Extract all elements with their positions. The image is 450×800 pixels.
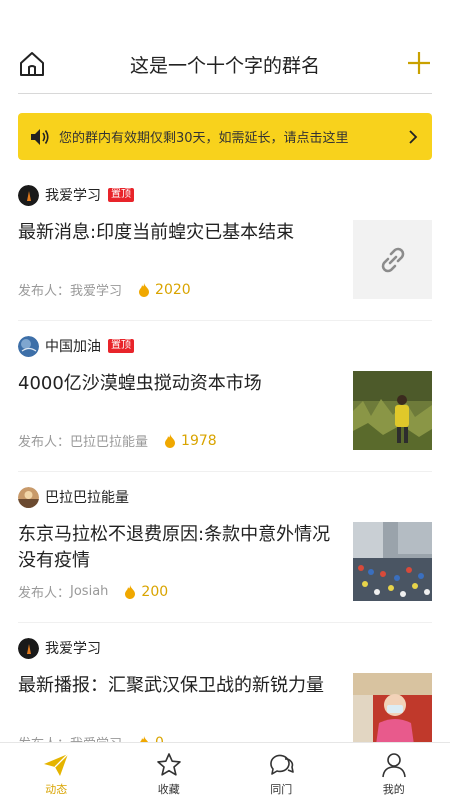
publisher-name: 巴拉巴拉能量 [70, 435, 149, 450]
post-headline: 4000亿沙漠蝗虫搅动资本市场 [18, 373, 262, 394]
post-headline: 最新消息:印度当前蝗灾已基本结束 [18, 222, 295, 243]
bottom-tab-bar: 动态 收藏 同门 我的 [0, 742, 450, 800]
feed-card[interactable]: 我爱学习 最新播报：汇聚武汉保卫战的新锐力量 发布人： 我爱学习 0 [18, 623, 432, 742]
feed-card[interactable]: 中国加油 置顶 4000亿沙漠蝗虫搅动资本市场 发布人： 巴拉巴拉能量 1978 [18, 321, 432, 472]
person-icon [381, 753, 406, 778]
heat-count: 2020 [155, 281, 191, 298]
plus-icon[interactable] [406, 50, 432, 76]
author-name: 中国加油 [45, 339, 101, 355]
chevron-right-icon [409, 129, 418, 144]
post-meta: 发布人： 巴拉巴拉能量 1978 [18, 431, 217, 451]
speaker-icon [31, 128, 49, 145]
tab-favorites[interactable]: 收藏 [113, 743, 226, 800]
author-row: 我爱学习 [18, 637, 101, 659]
heat-count: 200 [141, 583, 169, 600]
post-meta: 发布人： Josiah 200 [18, 582, 169, 602]
pinned-badge: 置顶 [108, 188, 134, 202]
post-thumbnail[interactable] [353, 673, 432, 742]
publisher-prefix: 发布人： [18, 586, 71, 601]
tab-peers[interactable]: 同门 [225, 743, 338, 800]
group-title: 这是一个十个字的群名 [129, 55, 320, 77]
link-thumbnail[interactable] [353, 220, 432, 299]
fire-icon [139, 282, 150, 297]
heat-count: 1978 [181, 432, 217, 449]
field-worker-photo [353, 371, 432, 450]
tab-label: 动态 [45, 783, 68, 796]
tab-label: 收藏 [157, 783, 180, 796]
fire-icon [165, 433, 176, 448]
author-name: 我爱学习 [45, 641, 101, 657]
chat-bubbles-icon [270, 754, 295, 775]
publisher-prefix: 发布人： [18, 733, 70, 742]
star-icon [156, 753, 181, 776]
avatar [18, 335, 39, 357]
author-row: 巴拉巴拉能量 [18, 486, 129, 508]
link-icon [381, 247, 404, 272]
masked-child-photo [353, 673, 432, 742]
pinned-badge: 置顶 [108, 339, 134, 353]
avatar [18, 486, 39, 508]
publisher-name: 我爱学习 [70, 284, 123, 299]
post-thumbnail[interactable] [353, 522, 432, 601]
post-headline: 最新播报：汇聚武汉保卫战的新锐力量 [18, 675, 324, 696]
avatar [18, 184, 39, 206]
heat-count: 0 [155, 735, 164, 743]
publisher-prefix: 发布人： [18, 284, 71, 299]
tab-label: 我的 [382, 783, 405, 796]
publisher-name: Josiah [70, 584, 109, 599]
author-row: 中国加油 置顶 [18, 335, 134, 357]
feed-list: 我爱学习 置顶 最新消息:印度当前蝗灾已基本结束 发布人： 我爱学习 2020 [0, 170, 450, 742]
feed-card[interactable]: 巴拉巴拉能量 东京马拉松不退费原因:条款中意外情况没有疫情 发布人： Josia… [18, 472, 432, 623]
publisher-prefix: 发布人： [18, 435, 71, 450]
avatar [18, 637, 39, 659]
fire-icon [125, 584, 136, 599]
post-meta: 发布人： 我爱学习 2020 [18, 280, 191, 300]
paper-plane-icon [44, 753, 69, 776]
notice-text: 您的群内有效期仅剩30天，如需延长，请点击这里 [59, 131, 349, 146]
tab-me[interactable]: 我的 [338, 743, 450, 800]
post-thumbnail[interactable] [353, 371, 432, 450]
author-name: 我爱学习 [45, 188, 101, 204]
marathon-crowd-photo [353, 522, 432, 601]
author-name: 巴拉巴拉能量 [45, 490, 129, 506]
tab-dynamics[interactable]: 动态 [0, 743, 113, 800]
publisher-name: 我爱学习 [70, 733, 122, 742]
header-bar: 这是一个十个字的群名 [18, 40, 432, 94]
feed-card[interactable]: 我爱学习 置顶 最新消息:印度当前蝗灾已基本结束 发布人： 我爱学习 2020 [18, 170, 432, 321]
tab-label: 同门 [270, 783, 293, 796]
post-headline: 东京马拉松不退费原因:条款中意外情况没有疫情 [18, 524, 331, 571]
post-meta: 发布人： 我爱学习 0 [18, 733, 164, 742]
expiry-notice-banner[interactable]: 您的群内有效期仅剩30天，如需延长，请点击这里 [18, 113, 432, 160]
author-row: 我爱学习 置顶 [18, 184, 134, 206]
